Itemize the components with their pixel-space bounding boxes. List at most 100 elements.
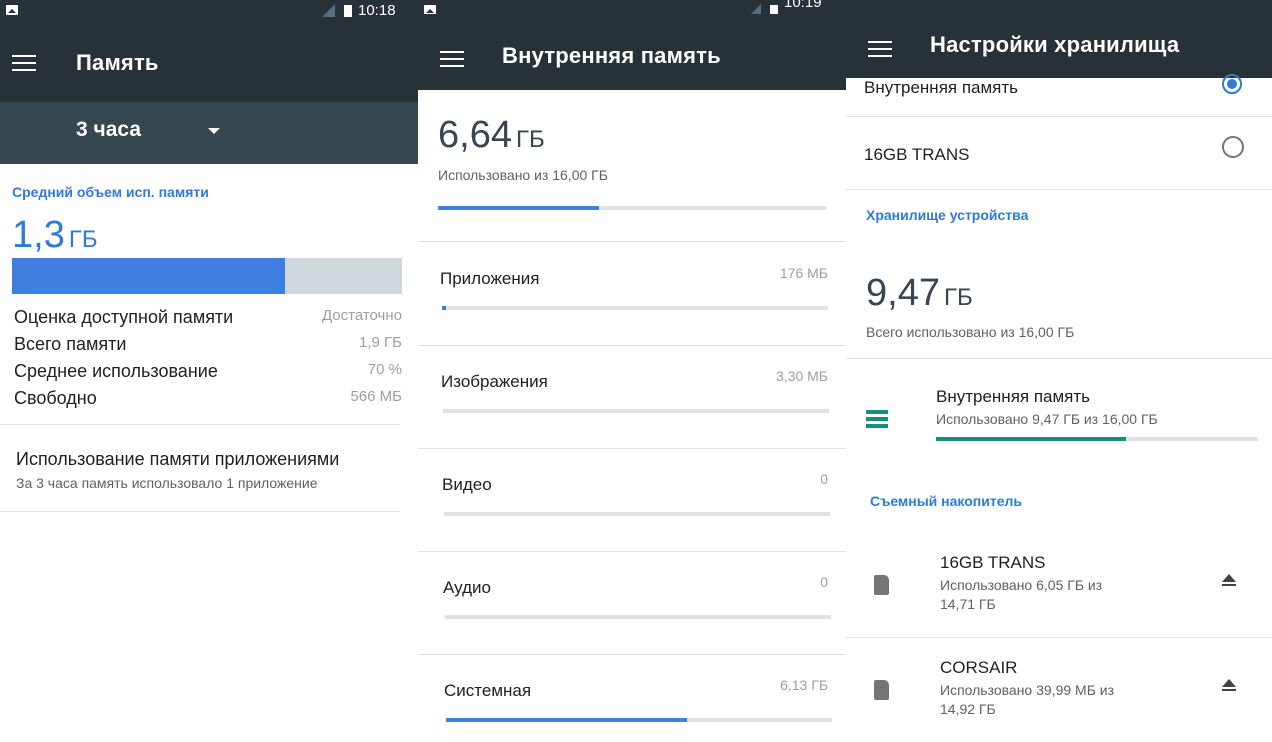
memory-usage-bar (12, 258, 402, 294)
dropdown-arrow-icon (208, 128, 220, 134)
storage-settings-screen: Настройки хранилища Внутренняя память 16… (846, 0, 1272, 742)
category-item[interactable]: Видео 0 (418, 449, 846, 551)
sd-card-icon (874, 680, 889, 700)
used-number: 6,64 (438, 114, 512, 156)
removable-storage-item[interactable]: 16GB TRANS Использовано 6,05 ГБ из 14,71 Г… (846, 535, 1272, 639)
stat-row: Оценка доступной памяти Достаточно (14, 307, 404, 334)
avg-usage-title: Средний объем исп. памяти (12, 184, 209, 200)
avg-usage-number: 1,3 (12, 214, 65, 256)
removable-subtitle-line2: 14,92 ГБ (940, 701, 996, 717)
category-progress (443, 409, 829, 413)
used-progress (438, 206, 826, 210)
category-item[interactable]: Аудио 0 (418, 552, 846, 654)
stat-row: Среднее использование 70 % (14, 361, 404, 388)
status-time: 10:18 (358, 2, 396, 19)
option-label: 16GB TRANS (864, 145, 970, 164)
option-16gb-trans[interactable]: 16GB TRANS (846, 117, 1272, 189)
stat-value: 566 МБ (350, 388, 402, 405)
internal-storage-title: Внутренняя память (936, 387, 1091, 406)
stat-row: Всего памяти 1,9 ГБ (14, 334, 404, 361)
category-value: 6,13 ГБ (780, 677, 828, 693)
category-progress (444, 512, 830, 516)
memory-screen: 10:18 Память 3 часа Средний объем исп. п… (0, 0, 418, 742)
category-item[interactable]: Приложения 176 МБ (418, 243, 846, 345)
stat-row: Свободно 566 МБ (14, 388, 404, 415)
option-internal-storage[interactable]: Внутренняя память (846, 74, 1272, 116)
category-value: 0 (820, 574, 828, 590)
internal-storage-item[interactable]: Внутренняя память Использовано 9,47 ГБ и… (846, 359, 1272, 469)
internal-storage-progress-fill (936, 437, 1126, 441)
category-item[interactable]: Изображения 3,30 МБ (418, 346, 846, 448)
period-dropdown[interactable]: 3 часа (76, 118, 236, 146)
option-label: Внутренняя память (864, 78, 1019, 97)
battery-icon (344, 5, 352, 17)
removable-subtitle-line1: Использовано 39,99 МБ из (940, 682, 1115, 698)
device-storage-section-title: Хранилище устройства (866, 207, 1029, 223)
category-value: 3,30 МБ (776, 368, 828, 384)
page-title: Память (76, 50, 159, 75)
category-value: 0 (820, 471, 828, 487)
storage-icon (866, 410, 888, 428)
category-label: Изображения (441, 372, 548, 391)
avg-usage-value: 1,3 ГБ (12, 214, 98, 257)
category-label: Аудио (443, 578, 491, 597)
category-progress (446, 718, 832, 722)
page-title: Внутренняя память (502, 43, 721, 68)
divider (846, 637, 1272, 638)
sd-card-icon (874, 575, 889, 595)
eject-icon[interactable] (1220, 571, 1238, 589)
total-used-unit: ГБ (943, 284, 973, 311)
category-progress (442, 306, 828, 310)
used-unit: ГБ (515, 126, 545, 153)
status-bar: 10:18 (0, 0, 418, 22)
removable-storage-section-title: Съемный накопитель (870, 493, 1023, 509)
internal-storage-progress (936, 437, 1258, 441)
stat-label: Свободно (14, 388, 97, 408)
signal-icon (322, 4, 335, 17)
page-title: Настройки хранилища (930, 32, 1180, 57)
used-value: 6,64 ГБ (438, 114, 545, 157)
divider (418, 241, 846, 242)
stat-label: Среднее использование (14, 361, 218, 381)
stat-label: Всего памяти (14, 334, 127, 354)
internal-storage-screen: 10:19 Внутренняя память 6,64 ГБ Использов… (418, 0, 846, 742)
removable-title: CORSAIR (940, 658, 1018, 677)
category-label: Приложения (440, 269, 540, 288)
avg-usage-unit: ГБ (68, 226, 98, 253)
removable-subtitle-line2: 14,71 ГБ (940, 596, 996, 612)
category-label: Системная (444, 681, 532, 700)
radio-selected-icon[interactable] (1222, 74, 1242, 94)
radio-unselected-icon[interactable] (1222, 136, 1244, 158)
category-progress-fill (446, 718, 688, 722)
period-value: 3 часа (76, 118, 141, 141)
app-bar: Настройки хранилища (846, 0, 1272, 78)
removable-subtitle-line1: Использовано 6,05 ГБ из (940, 577, 1103, 593)
status-time: 10:19 (784, 0, 822, 11)
total-used-value: 9,47 ГБ (866, 272, 973, 315)
total-used-number: 9,47 (866, 272, 940, 314)
app-bar: Память (0, 22, 418, 102)
stat-label: Оценка доступной памяти (14, 307, 234, 327)
stat-value: Достаточно (321, 307, 402, 324)
internal-storage-subtitle: Использовано 9,47 ГБ из 16,00 ГБ (936, 411, 1158, 427)
menu-icon[interactable] (868, 38, 892, 58)
category-progress (445, 615, 831, 619)
removable-title: 16GB TRANS (940, 553, 1046, 572)
divider (0, 511, 400, 512)
removable-storage-item[interactable]: CORSAIR Использовано 39,99 МБ из 14,92 ГБ (846, 640, 1272, 742)
app-memory-usage-item[interactable]: Использование памяти приложениями За 3 ч… (0, 425, 400, 511)
stat-value: 1,9 ГБ (359, 334, 402, 351)
eject-icon[interactable] (1220, 676, 1238, 694)
period-bar: 3 часа (0, 102, 418, 164)
app-bar: Внутренняя память (418, 14, 846, 90)
memory-usage-fill (12, 258, 285, 294)
app-memory-usage-title: Использование памяти приложениями (16, 449, 340, 469)
menu-icon[interactable] (12, 52, 36, 72)
stat-value: 70 % (367, 361, 402, 378)
used-progress-fill (438, 206, 600, 210)
category-item[interactable]: Системная 6,13 ГБ (418, 655, 846, 742)
used-caption: Использовано из 16,00 ГБ (438, 167, 608, 183)
image-notification-icon (6, 5, 18, 15)
memory-stats: Оценка доступной памяти Достаточно Всего… (14, 307, 404, 415)
menu-icon[interactable] (440, 48, 464, 68)
